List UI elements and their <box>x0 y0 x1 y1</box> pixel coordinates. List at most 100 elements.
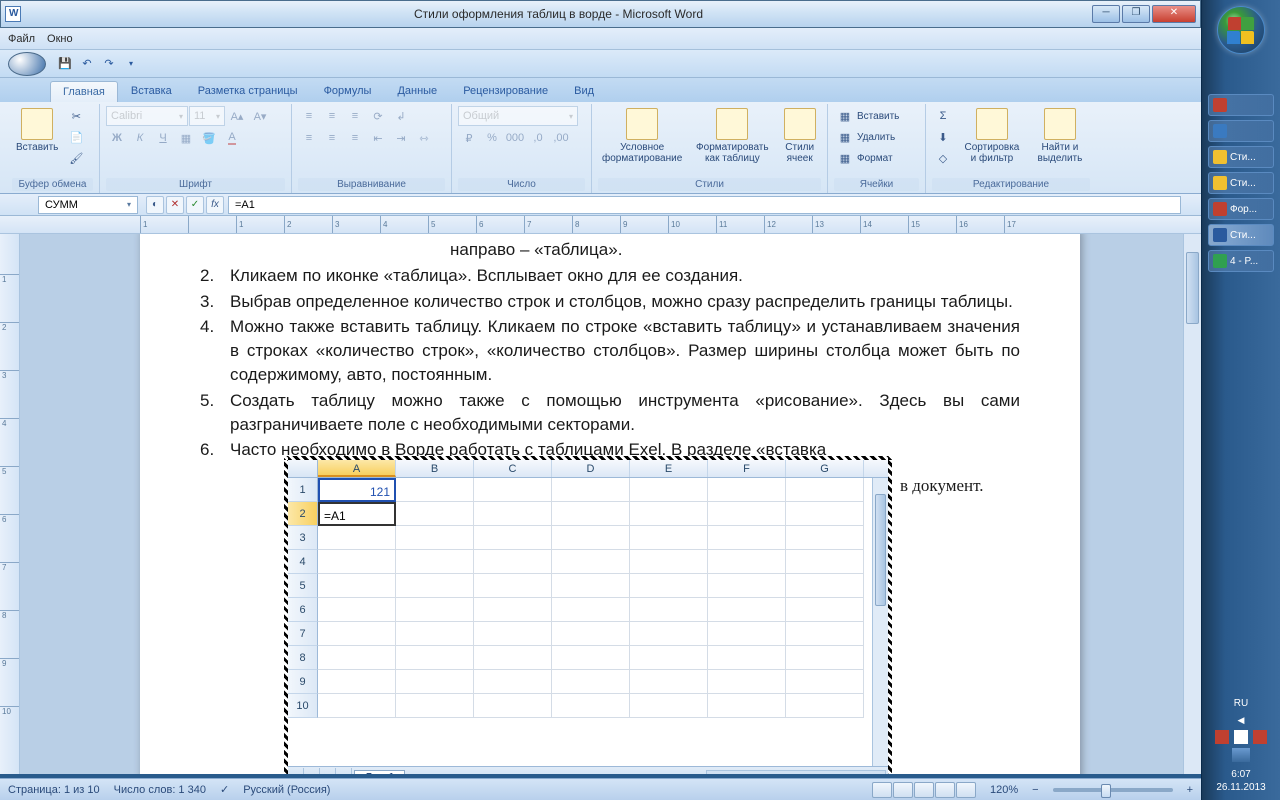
cell[interactable] <box>396 646 474 670</box>
cell[interactable] <box>396 598 474 622</box>
cell[interactable] <box>552 694 630 718</box>
cell[interactable] <box>318 646 396 670</box>
cell[interactable] <box>708 598 786 622</box>
sheet-nav-first-icon[interactable]: ⏮ <box>288 768 304 775</box>
format-painter-icon[interactable]: 🖌 <box>65 148 87 168</box>
cell[interactable] <box>786 646 864 670</box>
conditional-format-button[interactable]: Условное форматирование <box>598 106 686 166</box>
cell[interactable] <box>708 646 786 670</box>
network-icon[interactable] <box>1232 748 1250 762</box>
wrap-text-icon[interactable]: ↲ <box>390 106 412 126</box>
zoom-level[interactable]: 120% <box>990 784 1018 796</box>
align-middle-icon[interactable]: ≡ <box>321 106 343 126</box>
word-vscroll[interactable] <box>1183 234 1201 774</box>
indent-inc-icon[interactable]: ⇥ <box>390 128 412 148</box>
cell[interactable] <box>318 598 396 622</box>
cell[interactable] <box>474 622 552 646</box>
cell[interactable] <box>708 694 786 718</box>
cell[interactable] <box>552 526 630 550</box>
row-header[interactable]: 10 <box>288 694 318 718</box>
tab-data[interactable]: Данные <box>384 80 450 102</box>
tab-layout[interactable]: Разметка страницы <box>185 80 311 102</box>
taskbar-item[interactable]: 4 - P... <box>1208 250 1274 272</box>
delete-cells-icon[interactable]: ▦ <box>834 127 856 147</box>
cell[interactable] <box>630 526 708 550</box>
indent-dec-icon[interactable]: ⇤ <box>367 128 389 148</box>
horizontal-ruler[interactable]: 1 1234567891011121314151617 <box>0 216 1201 234</box>
row-header[interactable]: 8 <box>288 646 318 670</box>
taskbar-item[interactable]: Фор... <box>1208 198 1274 220</box>
tab-formulas[interactable]: Формулы <box>311 80 385 102</box>
qat-save-icon[interactable]: 💾 <box>55 54 75 74</box>
cell[interactable] <box>708 526 786 550</box>
row-header[interactable]: 7 <box>288 622 318 646</box>
cell[interactable] <box>396 478 474 502</box>
language-indicator[interactable]: RU <box>1206 698 1276 709</box>
cell[interactable] <box>318 574 396 598</box>
cell[interactable]: 121 <box>318 478 396 502</box>
bold-icon[interactable]: Ж <box>106 128 128 148</box>
cell[interactable] <box>396 502 474 526</box>
taskbar-item[interactable] <box>1208 94 1274 116</box>
tab-insert[interactable]: Вставка <box>118 80 185 102</box>
cell[interactable] <box>474 598 552 622</box>
fill-icon[interactable]: ⬇ <box>932 127 954 147</box>
cell[interactable] <box>708 670 786 694</box>
tray-icon[interactable] <box>1253 730 1267 744</box>
cell[interactable] <box>630 694 708 718</box>
office-button[interactable] <box>8 52 46 76</box>
sheet-nav-last-icon[interactable]: ⏭ <box>336 768 352 775</box>
autosum-icon[interactable]: Σ <box>932 106 954 126</box>
cell[interactable] <box>318 550 396 574</box>
cell[interactable] <box>552 622 630 646</box>
cell[interactable] <box>474 478 552 502</box>
row-header[interactable]: 3 <box>288 526 318 550</box>
zoom-in-icon[interactable]: + <box>1187 784 1193 796</box>
status-words[interactable]: Число слов: 1 340 <box>114 784 206 796</box>
cell[interactable] <box>552 478 630 502</box>
zoom-out-icon[interactable]: − <box>1032 784 1038 796</box>
view-web-icon[interactable] <box>914 782 934 798</box>
cell[interactable] <box>318 694 396 718</box>
cell[interactable] <box>552 574 630 598</box>
cell[interactable] <box>474 694 552 718</box>
select-all-corner[interactable] <box>288 460 318 477</box>
cell[interactable] <box>318 622 396 646</box>
row-header[interactable]: 1 <box>288 478 318 502</box>
tray-expand-icon[interactable]: ◀ <box>1206 715 1276 726</box>
number-format-combo[interactable]: Общий▾ <box>458 106 578 126</box>
cell[interactable] <box>786 526 864 550</box>
currency-icon[interactable]: ₽ <box>458 128 480 148</box>
sheet-nav-prev-icon[interactable]: ◀ <box>304 768 320 775</box>
orientation-icon[interactable]: ⟳ <box>367 106 389 126</box>
cell-styles-button[interactable]: Стили ячеек <box>778 106 821 166</box>
underline-icon[interactable]: Ч <box>152 128 174 148</box>
comma-icon[interactable]: 000 <box>504 128 526 148</box>
percent-icon[interactable]: % <box>481 128 503 148</box>
cell[interactable]: =A1 <box>318 502 396 526</box>
cell[interactable] <box>786 574 864 598</box>
cell[interactable] <box>708 550 786 574</box>
cell[interactable] <box>708 478 786 502</box>
paste-button[interactable]: Вставить <box>12 106 62 155</box>
row-header[interactable]: 5 <box>288 574 318 598</box>
zoom-slider[interactable] <box>1053 788 1173 792</box>
qat-customize-icon[interactable]: ▾ <box>121 54 141 74</box>
excel-embedded-object[interactable]: A B C D E F G 11212=A1345678910 ⏮ <box>288 460 888 774</box>
cell[interactable] <box>474 574 552 598</box>
vertical-ruler[interactable]: 12345678910 <box>0 234 20 774</box>
cell[interactable] <box>786 550 864 574</box>
taskbar-item[interactable]: Сти... <box>1208 146 1274 168</box>
insert-cells-icon[interactable]: ▦ <box>834 106 856 126</box>
copy-icon[interactable]: 📄 <box>65 127 87 147</box>
cell[interactable] <box>630 502 708 526</box>
fx-icon[interactable]: fx <box>206 196 224 214</box>
cell[interactable] <box>396 526 474 550</box>
taskbar-item[interactable] <box>1208 120 1274 142</box>
minimize-button[interactable]: ─ <box>1092 5 1120 23</box>
col-header-e[interactable]: E <box>630 460 708 477</box>
cell[interactable] <box>786 622 864 646</box>
tab-review[interactable]: Рецензирование <box>450 80 561 102</box>
row-header[interactable]: 9 <box>288 670 318 694</box>
align-top-icon[interactable]: ≡ <box>298 106 320 126</box>
